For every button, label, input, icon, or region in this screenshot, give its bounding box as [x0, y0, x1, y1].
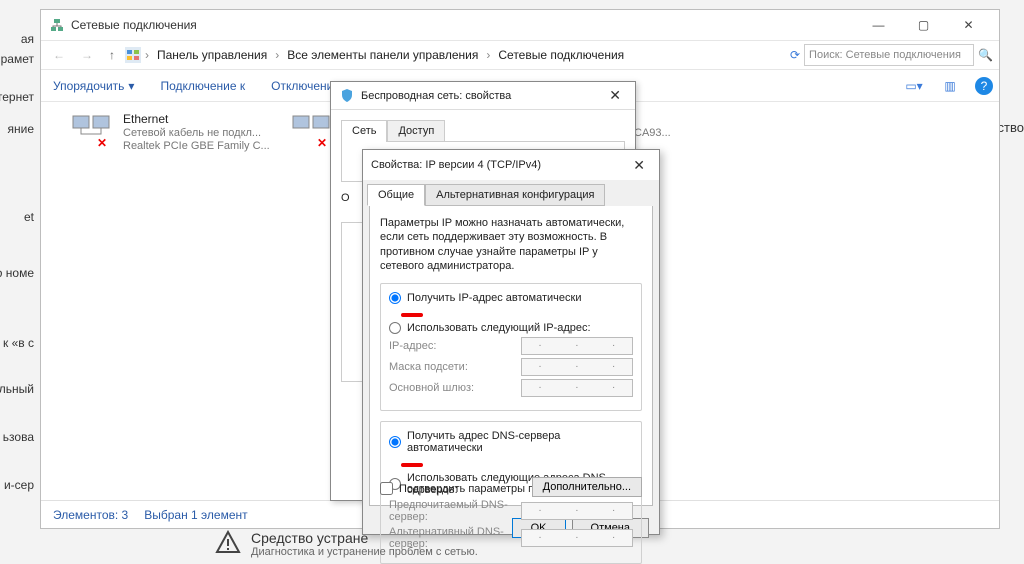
bg-right-frag: ство: [998, 120, 1024, 135]
connection-ethernet[interactable]: ✕ Ethernet Сетевой кабель не подкл... Re…: [71, 112, 281, 152]
section-label: О: [341, 192, 350, 204]
forward-button[interactable]: →: [75, 46, 99, 64]
warning-icon: [215, 530, 241, 556]
conn-status: Сетевой кабель не подкл...: [123, 127, 270, 139]
bg-frag: ьзова: [3, 430, 34, 444]
breadcrumb-seg[interactable]: Сетевые подключения: [494, 46, 628, 64]
breadcrumb-sep: ›: [145, 48, 149, 62]
highlight-mark: [401, 463, 423, 467]
bg-frag: тернет: [0, 90, 34, 104]
gateway-label: Основной шлюз:: [389, 382, 513, 394]
organize-menu[interactable]: Упорядочить ▾: [47, 75, 140, 97]
refresh-icon[interactable]: ⟳: [790, 48, 800, 62]
window-ipv4-properties: Свойства: IP версии 4 (TCP/IPv4) ✕ Общие…: [362, 149, 660, 535]
breadcrumb-sep: ›: [486, 48, 490, 62]
bg-sidebar: ая рамет тернет яние et о номе к «в с ль…: [0, 0, 38, 558]
dialog-title: Беспроводная сеть: свойства: [361, 90, 511, 102]
dialog-title: Свойства: IP версии 4 (TCP/IPv4): [371, 159, 541, 171]
bg-frag: ая: [21, 32, 34, 46]
titlebar[interactable]: Свойства: IP версии 4 (TCP/IPv4) ✕: [363, 150, 659, 180]
bg-frag: et: [24, 210, 34, 224]
bg-frag: льный: [0, 382, 34, 396]
tab-access[interactable]: Доступ: [387, 120, 445, 142]
preferred-dns-input[interactable]: ...: [521, 502, 633, 520]
close-button[interactable]: ✕: [946, 11, 991, 39]
bg-frag: яние: [7, 122, 34, 136]
organize-label: Упорядочить: [53, 79, 124, 93]
radio-label: Использовать следующий IP-адрес:: [407, 322, 591, 334]
highlight-mark: [401, 313, 423, 317]
up-button[interactable]: ↑: [103, 46, 121, 64]
troubleshoot-link[interactable]: Средство устране Диагностика и устранени…: [215, 530, 478, 558]
troubleshoot-sub: Диагностика и устранение проблем с сетью…: [251, 546, 478, 558]
tab-network[interactable]: Сеть: [341, 120, 387, 142]
conn-name: Ethernet: [123, 112, 270, 126]
preferred-dns-label: Предпочитаемый DNS-сервер:: [389, 499, 513, 523]
shield-icon: [339, 88, 355, 104]
view-menu[interactable]: ▭▾: [903, 75, 925, 97]
troubleshoot-title: Средство устране: [251, 530, 478, 546]
close-icon[interactable]: ✕: [603, 87, 627, 104]
network-icon: [49, 17, 65, 33]
minimize-button[interactable]: —: [856, 11, 901, 39]
selected-count: Выбран 1 элемент: [144, 508, 247, 522]
ip-address-input[interactable]: ...: [521, 337, 633, 355]
disconnected-x-icon: ✕: [317, 136, 327, 150]
subnet-mask-input[interactable]: ...: [521, 358, 633, 376]
ip-address-label: IP-адрес:: [389, 340, 513, 352]
conn-adapter: Realtek PCIe GBE Family C...: [123, 140, 270, 152]
breadcrumb-sep: ›: [275, 48, 279, 62]
tab-general[interactable]: Общие: [367, 184, 425, 206]
search-input[interactable]: Поиск: Сетевые подключения: [804, 44, 974, 66]
description-text: Параметры IP можно назначать автоматичес…: [380, 216, 642, 273]
radio-ip-manual[interactable]: Использовать следующий IP-адрес:: [389, 322, 633, 334]
titlebar[interactable]: Беспроводная сеть: свойства ✕: [331, 82, 635, 110]
back-button[interactable]: ←: [47, 46, 71, 64]
radio-label: Получить адрес DNS-сервера автоматически: [407, 430, 633, 454]
radio-dns-auto[interactable]: Получить адрес DNS-сервера автоматически: [389, 430, 633, 454]
bg-frag: о номе: [0, 266, 34, 280]
tab-alternate[interactable]: Альтернативная конфигурация: [425, 184, 605, 206]
help-icon[interactable]: ?: [975, 77, 993, 95]
disconnected-x-icon: ✕: [97, 136, 107, 150]
chevron-down-icon: ▾: [128, 79, 134, 93]
address-bar: ← → ↑ › Панель управления › Все элементы…: [41, 40, 999, 70]
alternate-dns-input[interactable]: ...: [521, 529, 633, 547]
breadcrumb-seg[interactable]: Панель управления: [153, 46, 271, 64]
gateway-input[interactable]: ...: [521, 379, 633, 397]
bg-frag: к «в с: [3, 336, 34, 350]
subnet-mask-label: Маска подсети:: [389, 361, 513, 373]
ip-group: Получить IP-адрес автоматически Использо…: [380, 283, 642, 411]
window-title: Сетевые подключения: [71, 18, 197, 32]
bg-frag: и-сер: [4, 478, 34, 492]
item-count: Элементов: 3: [53, 508, 128, 522]
connect-to-button[interactable]: Подключение к: [154, 75, 251, 97]
titlebar[interactable]: Сетевые подключения — ▢ ✕: [41, 10, 999, 40]
maximize-button[interactable]: ▢: [901, 11, 946, 39]
close-icon[interactable]: ✕: [627, 157, 651, 174]
search-placeholder: Поиск: Сетевые подключения: [809, 49, 961, 61]
control-panel-icon: [125, 47, 141, 63]
bg-frag: рамет: [1, 52, 34, 66]
advanced-button[interactable]: Дополнительно...: [532, 477, 642, 497]
search-icon[interactable]: 🔍: [978, 48, 993, 62]
radio-label: Получить IP-адрес автоматически: [407, 292, 581, 304]
radio-ip-auto[interactable]: Получить IP-адрес автоматически: [389, 292, 633, 304]
breadcrumb-seg[interactable]: Все элементы панели управления: [283, 46, 482, 64]
preview-pane-button[interactable]: ▥: [939, 75, 961, 97]
